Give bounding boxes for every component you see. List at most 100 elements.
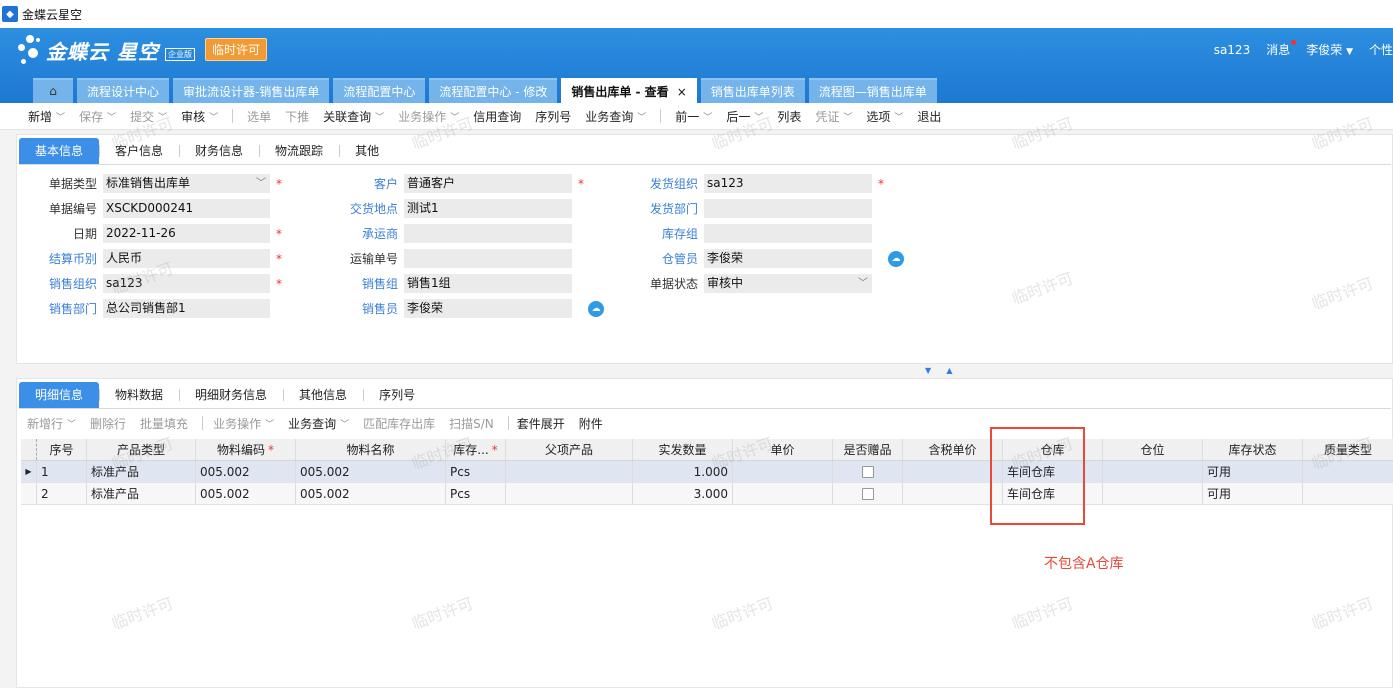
- cell-stock-status[interactable]: 可用: [1203, 483, 1303, 504]
- gift-checkbox[interactable]: [861, 465, 874, 478]
- close-icon[interactable]: ×: [677, 85, 687, 99]
- col-stock-unit[interactable]: 库存... *: [446, 439, 506, 460]
- stock-group-input[interactable]: [704, 224, 872, 243]
- tab-flow-chart[interactable]: 流程图—销售出库单: [808, 78, 937, 103]
- customer-label[interactable]: 客户: [337, 175, 404, 192]
- cell-tax-price[interactable]: [903, 461, 1003, 482]
- table-row[interactable]: ▶ 1 标准产品 005.002 005.002 Pcs 1.000 车间仓库 …: [21, 461, 1393, 483]
- cell-parent-product[interactable]: [506, 483, 633, 504]
- carrier-label[interactable]: 承运商: [337, 225, 404, 242]
- tab-basic-info[interactable]: 基本信息: [19, 138, 100, 164]
- cell-material-name[interactable]: 005.002: [296, 461, 446, 482]
- tab-approval-designer[interactable]: 审批流设计器-销售出库单: [173, 78, 330, 103]
- stock-keeper-input[interactable]: 李俊荣: [704, 249, 872, 268]
- cell-material-code[interactable]: 005.002: [196, 461, 296, 482]
- sale-org-input[interactable]: sa123: [103, 274, 270, 293]
- gift-checkbox[interactable]: [861, 487, 874, 500]
- stock-keeper-label[interactable]: 仓管员: [637, 250, 704, 267]
- table-row[interactable]: 2 标准产品 005.002 005.002 Pcs 3.000 车间仓库 可用: [21, 483, 1393, 505]
- delete-row-button[interactable]: 删除行: [90, 415, 126, 432]
- col-tax-price[interactable]: 含税单价: [903, 439, 1003, 460]
- tab-customer-info[interactable]: 客户信息: [99, 138, 179, 164]
- col-is-gift[interactable]: 是否赠品: [833, 439, 903, 460]
- col-unit-price[interactable]: 单价: [733, 439, 833, 460]
- col-seq[interactable]: 序号: [37, 439, 87, 460]
- detail-business-op-button[interactable]: 业务操作 ﹀: [213, 415, 274, 432]
- match-stock-button[interactable]: 匹配库存出库: [363, 415, 435, 432]
- col-parent-product[interactable]: 父项产品: [506, 439, 633, 460]
- batch-fill-button[interactable]: 批量填充: [140, 415, 188, 432]
- new-button[interactable]: 新增 ﹀: [28, 108, 65, 125]
- serial-number-button[interactable]: 序列号: [535, 108, 571, 125]
- related-query-button[interactable]: 关联查询 ﹀: [323, 108, 384, 125]
- tab-logistics[interactable]: 物流跟踪: [259, 138, 339, 164]
- carrier-input[interactable]: [404, 224, 572, 243]
- date-input[interactable]: 2022-11-26: [103, 224, 270, 243]
- customer-input[interactable]: 普通客户: [404, 174, 572, 193]
- tab-other-info[interactable]: 其他信息: [283, 382, 363, 408]
- tab-finance-info[interactable]: 财务信息: [179, 138, 259, 164]
- cell-stock-unit[interactable]: Pcs: [446, 461, 506, 482]
- temp-license-button[interactable]: 临时许可: [205, 38, 268, 61]
- user-code[interactable]: sa123: [1214, 43, 1251, 57]
- messages-link[interactable]: 消息: [1266, 40, 1297, 58]
- scan-sn-button[interactable]: 扫描S/N: [449, 415, 494, 432]
- next-button[interactable]: 后一 ﹀: [726, 108, 763, 125]
- cloud-icon[interactable]: ☁: [888, 250, 904, 267]
- col-stock-status[interactable]: 库存状态: [1203, 439, 1303, 460]
- cell-parent-product[interactable]: [506, 461, 633, 482]
- cell-product-type[interactable]: 标准产品: [87, 483, 196, 504]
- personal-menu[interactable]: 个性: [1369, 41, 1393, 58]
- attachment-button[interactable]: 附件: [579, 415, 603, 432]
- save-button[interactable]: 保存 ﹀: [79, 108, 116, 125]
- voucher-button[interactable]: 凭证 ﹀: [815, 108, 852, 125]
- cell-actual-qty[interactable]: 1.000: [633, 461, 733, 482]
- options-button[interactable]: 选项 ﹀: [866, 108, 903, 125]
- sale-group-label[interactable]: 销售组: [337, 275, 404, 292]
- cell-unit-price[interactable]: [733, 461, 833, 482]
- credit-query-button[interactable]: 信用查询: [473, 108, 521, 125]
- tab-sales-outstock-list[interactable]: 销售出库单列表: [700, 78, 805, 103]
- cell-product-type[interactable]: 标准产品: [87, 461, 196, 482]
- exit-button[interactable]: 退出: [917, 108, 941, 125]
- bill-no-input[interactable]: XSCKD000241: [103, 199, 270, 218]
- delivery-place-label[interactable]: 交货地点: [337, 200, 404, 217]
- cell-stock-status[interactable]: 可用: [1203, 461, 1303, 482]
- tab-home[interactable]: ⌂: [33, 78, 73, 103]
- cell-material-name[interactable]: 005.002: [296, 483, 446, 504]
- tab-other[interactable]: 其他: [339, 138, 395, 164]
- cell-location[interactable]: [1103, 461, 1203, 482]
- previous-button[interactable]: 前一 ﹀: [675, 108, 712, 125]
- cell-stock-unit[interactable]: Pcs: [446, 483, 506, 504]
- salesman-input[interactable]: 李俊荣: [404, 299, 572, 318]
- tab-sales-outstock-view[interactable]: 销售出库单 - 查看 ×: [561, 78, 697, 103]
- submit-button[interactable]: 提交 ﹀: [130, 108, 167, 125]
- kit-expand-button[interactable]: 套件展开: [517, 415, 565, 432]
- col-quality-type[interactable]: 质量类型: [1303, 439, 1393, 460]
- col-material-name[interactable]: 物料名称: [296, 439, 446, 460]
- cell-quality-type[interactable]: [1303, 483, 1393, 504]
- sale-dept-input[interactable]: 总公司销售部1: [103, 299, 270, 318]
- detail-business-query-button[interactable]: 业务查询 ﹀: [288, 415, 349, 432]
- tab-flow-config-edit[interactable]: 流程配置中心 - 修改: [429, 78, 558, 103]
- cell-quality-type[interactable]: [1303, 461, 1393, 482]
- currency-input[interactable]: 人民币: [103, 249, 270, 268]
- cell-unit-price[interactable]: [733, 483, 833, 504]
- col-location[interactable]: 仓位: [1103, 439, 1203, 460]
- audit-button[interactable]: 审核 ﹀: [181, 108, 218, 125]
- sale-dept-label[interactable]: 销售部门: [37, 300, 103, 317]
- cell-location[interactable]: [1103, 483, 1203, 504]
- tab-detail-info[interactable]: 明细信息: [19, 382, 100, 408]
- cell-actual-qty[interactable]: 3.000: [633, 483, 733, 504]
- tab-flow-config-center[interactable]: 流程配置中心: [333, 78, 426, 103]
- tab-detail-finance[interactable]: 明细财务信息: [179, 382, 283, 408]
- ship-dept-input[interactable]: [704, 199, 872, 218]
- stock-group-label[interactable]: 库存组: [637, 225, 704, 242]
- tab-material-data[interactable]: 物料数据: [99, 382, 179, 408]
- user-menu[interactable]: 李俊荣 ▼: [1306, 41, 1353, 58]
- cell-tax-price[interactable]: [903, 483, 1003, 504]
- currency-label[interactable]: 结算币别: [37, 250, 103, 267]
- sale-org-label[interactable]: 销售组织: [37, 275, 103, 292]
- tab-flow-design-center[interactable]: 流程设计中心: [77, 78, 170, 103]
- select-bill-button[interactable]: 选单: [247, 108, 271, 125]
